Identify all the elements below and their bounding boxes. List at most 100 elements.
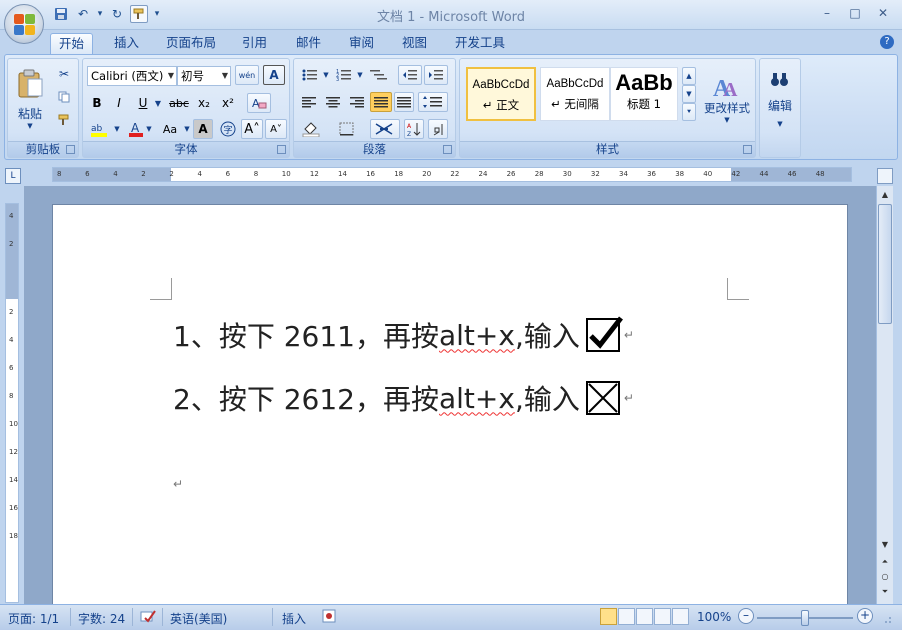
horizontal-ruler[interactable]: 8 6 4 2 2 4 6 8 10 12 14 16 18 20 22 24 26 28 30 32 34 36 38 40… [52, 167, 852, 182]
dialog-launcher-icon[interactable] [743, 145, 752, 154]
line-spacing-button[interactable] [418, 92, 448, 112]
vertical-scrollbar[interactable]: ▲ ▼ ⏶ ○ ⏷ [876, 186, 893, 604]
page-count[interactable]: 页面: 1/1 [8, 610, 59, 627]
close-button[interactable]: ✕ [870, 3, 896, 23]
align-left-button[interactable] [298, 92, 320, 112]
style-heading-1[interactable]: AaBb 标题 1 [610, 67, 678, 121]
spelling-error-text[interactable]: alt+x [439, 319, 515, 352]
subscript-button[interactable]: x₂ [193, 93, 215, 113]
underline-button[interactable]: U [133, 93, 153, 113]
language-status[interactable]: 英语(美国) [170, 610, 227, 627]
draft-view-icon[interactable] [672, 608, 689, 625]
document-line-2[interactable]: 2、按下 2612，再按 alt+x ,输入 ↵ [173, 378, 634, 418]
tab-selector-button[interactable]: L [5, 168, 21, 184]
style-no-spacing[interactable]: AaBbCcDd ↵ 无间隔 [540, 67, 610, 121]
shrink-font-button[interactable]: A˅ [265, 119, 287, 139]
character-border-button[interactable]: A [263, 65, 285, 85]
shading-button[interactable] [298, 119, 328, 139]
office-button[interactable] [4, 4, 44, 44]
justify-button[interactable] [370, 92, 392, 112]
browse-object-icon[interactable]: ○ [878, 570, 892, 584]
font-size-field[interactable]: 初号 ▼ [177, 66, 231, 86]
font-color-button[interactable]: A [125, 119, 147, 139]
scroll-up-icon[interactable]: ▲ [878, 188, 892, 202]
tab-review[interactable]: 审阅 [341, 33, 382, 54]
scrollbar-thumb[interactable] [878, 204, 892, 324]
styles-more-button[interactable]: ⯆ [682, 103, 696, 121]
phonetic-guide-button[interactable]: wén [235, 65, 259, 85]
clear-formatting-button[interactable]: A [247, 93, 271, 113]
chevron-down-icon[interactable]: ▼ [153, 93, 163, 113]
zoom-level[interactable]: 100% [697, 610, 731, 624]
tab-insert[interactable]: 插入 [106, 33, 147, 54]
view-ruler-button[interactable] [877, 168, 893, 184]
dialog-launcher-icon[interactable] [66, 145, 75, 154]
proofing-icon[interactable] [140, 609, 156, 626]
sort-button[interactable]: AZ [404, 119, 424, 139]
italic-button[interactable]: I [109, 93, 129, 113]
macro-recording-icon[interactable] [322, 609, 336, 626]
numbering-button[interactable]: 123 [332, 65, 356, 85]
borders-button[interactable] [332, 119, 362, 139]
outline-view-icon[interactable] [654, 608, 671, 625]
insert-mode-status[interactable]: 插入 [282, 610, 306, 627]
format-painter-icon[interactable] [54, 110, 74, 130]
tab-view[interactable]: 视图 [394, 33, 435, 54]
style-normal[interactable]: AaBbCcDd ↵ 正文 [466, 67, 536, 121]
bold-button[interactable]: B [87, 93, 107, 113]
paste-button[interactable]: 粘贴 ▼ [12, 63, 48, 135]
highlight-button[interactable]: ab [87, 119, 115, 139]
chinese-layout-button[interactable] [370, 119, 400, 139]
chevron-down-icon[interactable]: ▼ [113, 119, 121, 139]
next-page-icon[interactable]: ⏷ [878, 585, 892, 599]
document-line-1[interactable]: 1、按下 2611，再按 alt+x ,输入 ↵ [173, 315, 634, 355]
dialog-launcher-icon[interactable] [443, 145, 452, 154]
chevron-down-icon[interactable]: ▼ [145, 119, 153, 139]
change-case-button[interactable]: Aa [157, 119, 183, 139]
cut-icon[interactable]: ✂ [54, 64, 74, 84]
editing-button[interactable]: 编辑 ▼ [763, 63, 797, 135]
scroll-down-icon[interactable]: ▼ [878, 538, 892, 552]
enclose-characters-button[interactable]: 字 [217, 119, 239, 139]
chevron-down-icon[interactable]: ▼ [222, 67, 228, 85]
chevron-down-icon[interactable]: ▼ [168, 67, 174, 85]
bullets-button[interactable] [298, 65, 322, 85]
grow-font-button[interactable]: A˄ [241, 119, 263, 139]
tab-home[interactable]: 开始 [50, 33, 94, 54]
decrease-indent-button[interactable] [398, 65, 422, 85]
copy-icon[interactable] [54, 87, 74, 107]
tab-mailings[interactable]: 邮件 [288, 33, 329, 54]
change-styles-button[interactable]: AA 更改样式 ▼ [700, 63, 754, 135]
word-count[interactable]: 字数: 24 [78, 610, 125, 627]
character-shading-button[interactable]: A [193, 119, 213, 139]
help-icon[interactable]: ? [880, 35, 894, 49]
full-screen-reading-view-icon[interactable] [618, 608, 635, 625]
zoom-slider-thumb[interactable] [801, 610, 809, 626]
styles-scroll-up-button[interactable]: ▲ [682, 67, 696, 85]
multilevel-list-button[interactable] [366, 65, 392, 85]
distributed-button[interactable] [394, 92, 414, 112]
increase-indent-button[interactable] [424, 65, 448, 85]
font-name-field[interactable]: Calibri (西文) ▼ [87, 66, 177, 86]
vertical-ruler[interactable]: 4 2 2 4 6 8 10 12 14 16 18 [5, 203, 19, 603]
styles-scroll-down-button[interactable]: ▼ [682, 85, 696, 103]
previous-page-icon[interactable]: ⏶ [878, 555, 892, 569]
superscript-button[interactable]: x² [217, 93, 239, 113]
tab-references[interactable]: 引用 [234, 33, 275, 54]
show-hide-marks-button[interactable] [428, 119, 448, 139]
chevron-down-icon[interactable]: ▼ [183, 119, 191, 139]
maximize-button[interactable]: □ [842, 3, 868, 23]
document-page[interactable]: 1、按下 2611，再按 alt+x ,输入 ↵ 2、按下 2612，再按 al… [52, 204, 848, 604]
minimize-button[interactable]: – [814, 3, 840, 23]
dialog-launcher-icon[interactable] [277, 145, 286, 154]
align-center-button[interactable] [322, 92, 344, 112]
chevron-down-icon[interactable]: ▼ [322, 65, 330, 85]
tab-developer[interactable]: 开发工具 [447, 33, 513, 54]
zoom-out-button[interactable]: – [738, 608, 754, 624]
print-layout-view-icon[interactable] [600, 608, 617, 625]
tab-page-layout[interactable]: 页面布局 [158, 33, 224, 54]
align-right-button[interactable] [346, 92, 368, 112]
chevron-down-icon[interactable]: ▼ [356, 65, 364, 85]
zoom-in-button[interactable]: + [857, 608, 873, 624]
strikethrough-button[interactable]: abc [167, 93, 191, 113]
